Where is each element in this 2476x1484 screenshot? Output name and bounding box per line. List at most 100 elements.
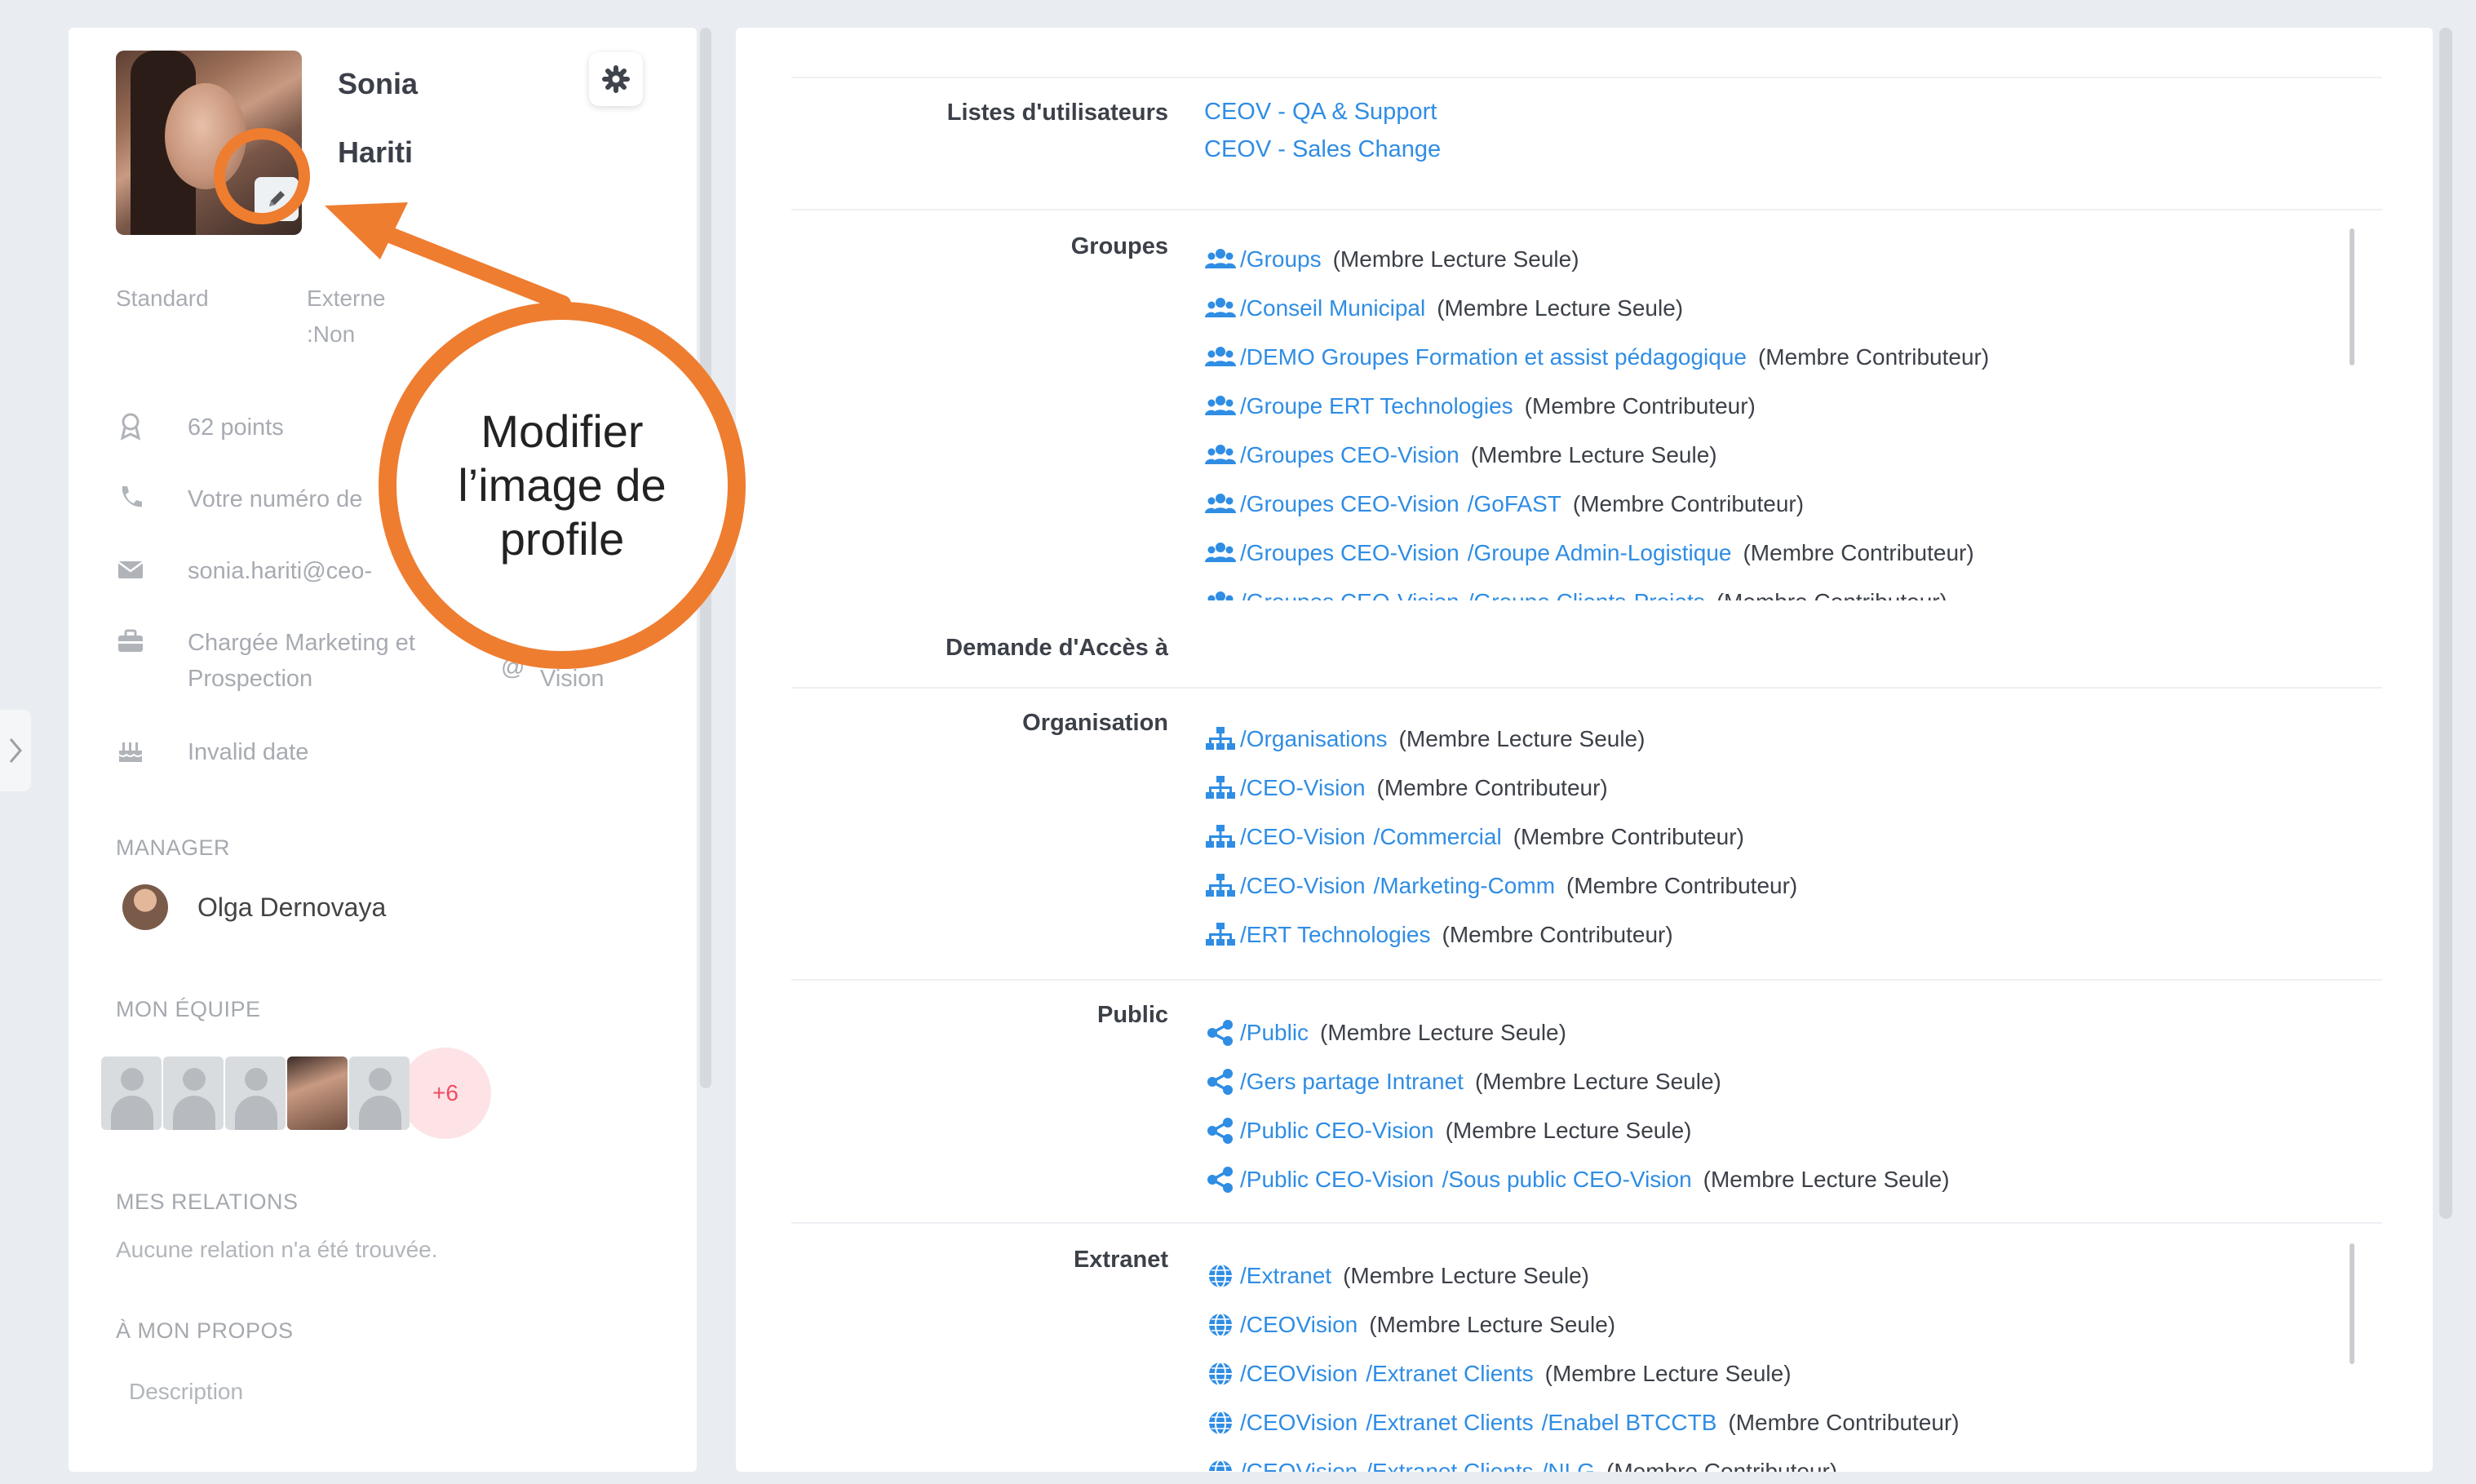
globe-icon [1209,1264,1232,1288]
access-request-label: Demande d'Accès à [946,635,1168,661]
globe-icon [1209,1313,1232,1337]
organisation-path-link[interactable]: /CEO-Vision [1240,775,1366,801]
sitemap-icon [1206,825,1235,848]
groups-list[interactable]: /Groups (Membre Lecture Seule)/Conseil Mu… [1204,235,2371,600]
settings-button[interactable] [589,52,643,106]
extranet-item: /CEOVision (Membre Lecture Seule) [1204,1300,1960,1349]
relations-title: MES RELATIONS [116,1189,299,1214]
email-row[interactable]: sonia.hariti@ceo- [116,553,372,589]
organisation-item: /ERT Technologies (Membre Contributeur) [1204,910,1797,959]
public-path-link[interactable]: /Sous public CEO-Vision [1442,1167,1692,1193]
email-text: sonia.hariti@ceo- [188,558,373,584]
groups-path-link[interactable]: /Conseil Municipal [1240,295,1425,321]
groups-path-link[interactable]: /Groupes CEO-Vision [1240,442,1459,468]
organisation-path-link[interactable]: /Organisations [1240,726,1388,752]
extranet-label: Extranet [1073,1247,1168,1273]
organisation-path-link[interactable]: /Commercial [1374,824,1502,850]
briefcase-icon [118,629,143,652]
share-icon [1207,1020,1233,1046]
membership-role: (Membre Lecture Seule) [1437,295,1684,321]
sitemap-icon [1206,923,1235,946]
team-member-avatar[interactable] [349,1057,410,1130]
membership-role: (Membre Contributeur) [1743,540,1974,565]
organisation-path-link[interactable]: /CEO-Vision [1240,873,1366,899]
team-member-avatar[interactable] [101,1057,162,1130]
phone-row[interactable]: Votre numéro de [116,481,362,517]
team-member-avatar[interactable] [225,1057,286,1130]
team-title: MON ÉQUIPE [116,997,261,1021]
organisation-item: /Organisations (Membre Lecture Seule) [1204,715,1797,764]
groups-path-link[interactable]: /Groupes CEO-Vision [1240,540,1459,566]
manager-name: Olga Dernovaya [197,892,387,922]
user-list-link[interactable]: CEOV - Sales Change [1204,131,1441,168]
extranet-path-link[interactable]: /Extranet Clients [1366,1459,1533,1472]
public-path-link[interactable]: /Public CEO-Vision [1240,1118,1434,1144]
groups-path-link[interactable]: /Groupe Clients-Projets [1468,589,1705,600]
users-icon [1205,298,1236,317]
points-text: 62 points [188,414,284,441]
share-icon [1207,1118,1233,1144]
public-path-link[interactable]: /Public [1240,1020,1309,1046]
groups-item: /Conseil Municipal (Membre Lecture Seule) [1204,284,1989,333]
groups-scrollbar[interactable] [2350,228,2354,365]
extranet-path-link[interactable]: /Enabel BTCCTB [1542,1410,1717,1436]
sitemap-icon [1206,727,1235,750]
extranet-item: /CEOVision/Extranet Clients (Membre Lectu… [1204,1349,1960,1398]
divider [791,209,2382,210]
extranet-list: /Extranet (Membre Lecture Seule)/CEOVisio… [1204,1251,1960,1472]
external-value: :Non [307,321,356,347]
public-item: /Public CEO-Vision/Sous public CEO-Visio… [1204,1155,1950,1204]
team-member-avatar[interactable] [287,1057,348,1130]
organisation-path-link[interactable]: /CEO-Vision [1240,824,1366,850]
groups-path-link[interactable]: /Groupe Admin-Logistique [1468,540,1732,566]
globe-icon [1209,1362,1232,1386]
groups-path-link[interactable]: /Groupe ERT Technologies [1240,393,1513,419]
users-icon [1205,396,1236,415]
birthday-text: Invalid date [188,739,309,765]
groups-path-link[interactable]: /DEMO Groupes Formation et assist pédago… [1240,344,1747,370]
extranet-path-link[interactable]: /Extranet Clients [1366,1410,1533,1436]
avatar-highlight-ring [214,128,310,224]
public-path-link[interactable]: /Public CEO-Vision [1240,1167,1434,1193]
groups-path-link[interactable]: /Groupes CEO-Vision [1240,589,1459,600]
groups-path-link[interactable]: /Groupes CEO-Vision [1240,491,1459,517]
extranet-path-link[interactable]: /Extranet [1240,1263,1331,1289]
extranet-path-link[interactable]: /NLG [1542,1459,1595,1472]
team-avatars: +6 [101,1048,491,1139]
groups-path-link[interactable]: /Groups [1240,246,1322,272]
groups-path-link[interactable]: /GoFAST [1468,491,1561,517]
organisation-path-link[interactable]: /Marketing-Comm [1374,873,1555,899]
user-last-name: Hariti [338,135,414,169]
extranet-path-link[interactable]: /CEOVision [1240,1361,1358,1387]
team-more-badge[interactable]: +6 [400,1048,491,1139]
manager-row[interactable]: Olga Dernovaya [122,884,386,930]
organisation-path-link[interactable]: /ERT Technologies [1240,922,1431,948]
membership-role: (Membre Contributeur) [1524,393,1756,419]
extranet-path-link[interactable]: /Extranet Clients [1366,1361,1533,1387]
extranet-item: /CEOVision/Extranet Clients/Enabel BTCCT… [1204,1398,1960,1447]
membership-role: (Membre Contributeur) [1566,873,1798,898]
groups-item: /Groups (Membre Lecture Seule) [1204,235,1989,284]
users-icon [1205,249,1236,268]
extranet-path-link[interactable]: /CEOVision [1240,1459,1358,1472]
about-description[interactable]: Description [129,1379,243,1405]
extranet-scrollbar[interactable] [2350,1243,2354,1364]
extranet-list[interactable]: /Extranet (Membre Lecture Seule)/CEOVisio… [1204,1251,2371,1472]
about-title: À MON PROPOS [116,1318,294,1343]
extranet-path-link[interactable]: /CEOVision [1240,1410,1358,1436]
external-label: Externe [307,286,386,311]
relations-empty: Aucune relation n'a été trouvée. [116,1237,438,1262]
user-list-link[interactable]: CEOV - QA & Support [1204,93,1441,131]
public-path-link[interactable]: /Gers partage Intranet [1240,1069,1464,1095]
membership-role: (Membre Lecture Seule) [1470,442,1717,467]
sitemap-icon [1206,776,1235,799]
team-member-avatar[interactable] [163,1057,224,1130]
extranet-path-link[interactable]: /CEOVision [1240,1312,1358,1338]
organisation-item: /CEO-Vision/Marketing-Comm (Membre Contri… [1204,862,1797,910]
expand-sidebar-button[interactable] [0,710,31,791]
right-panel-scrollbar[interactable] [2439,28,2452,1219]
groups-label: Groupes [1070,233,1168,259]
divider [791,1222,2382,1224]
membership-role: (Membre Lecture Seule) [1332,246,1579,272]
membership-role: (Membre Lecture Seule) [1320,1020,1566,1045]
